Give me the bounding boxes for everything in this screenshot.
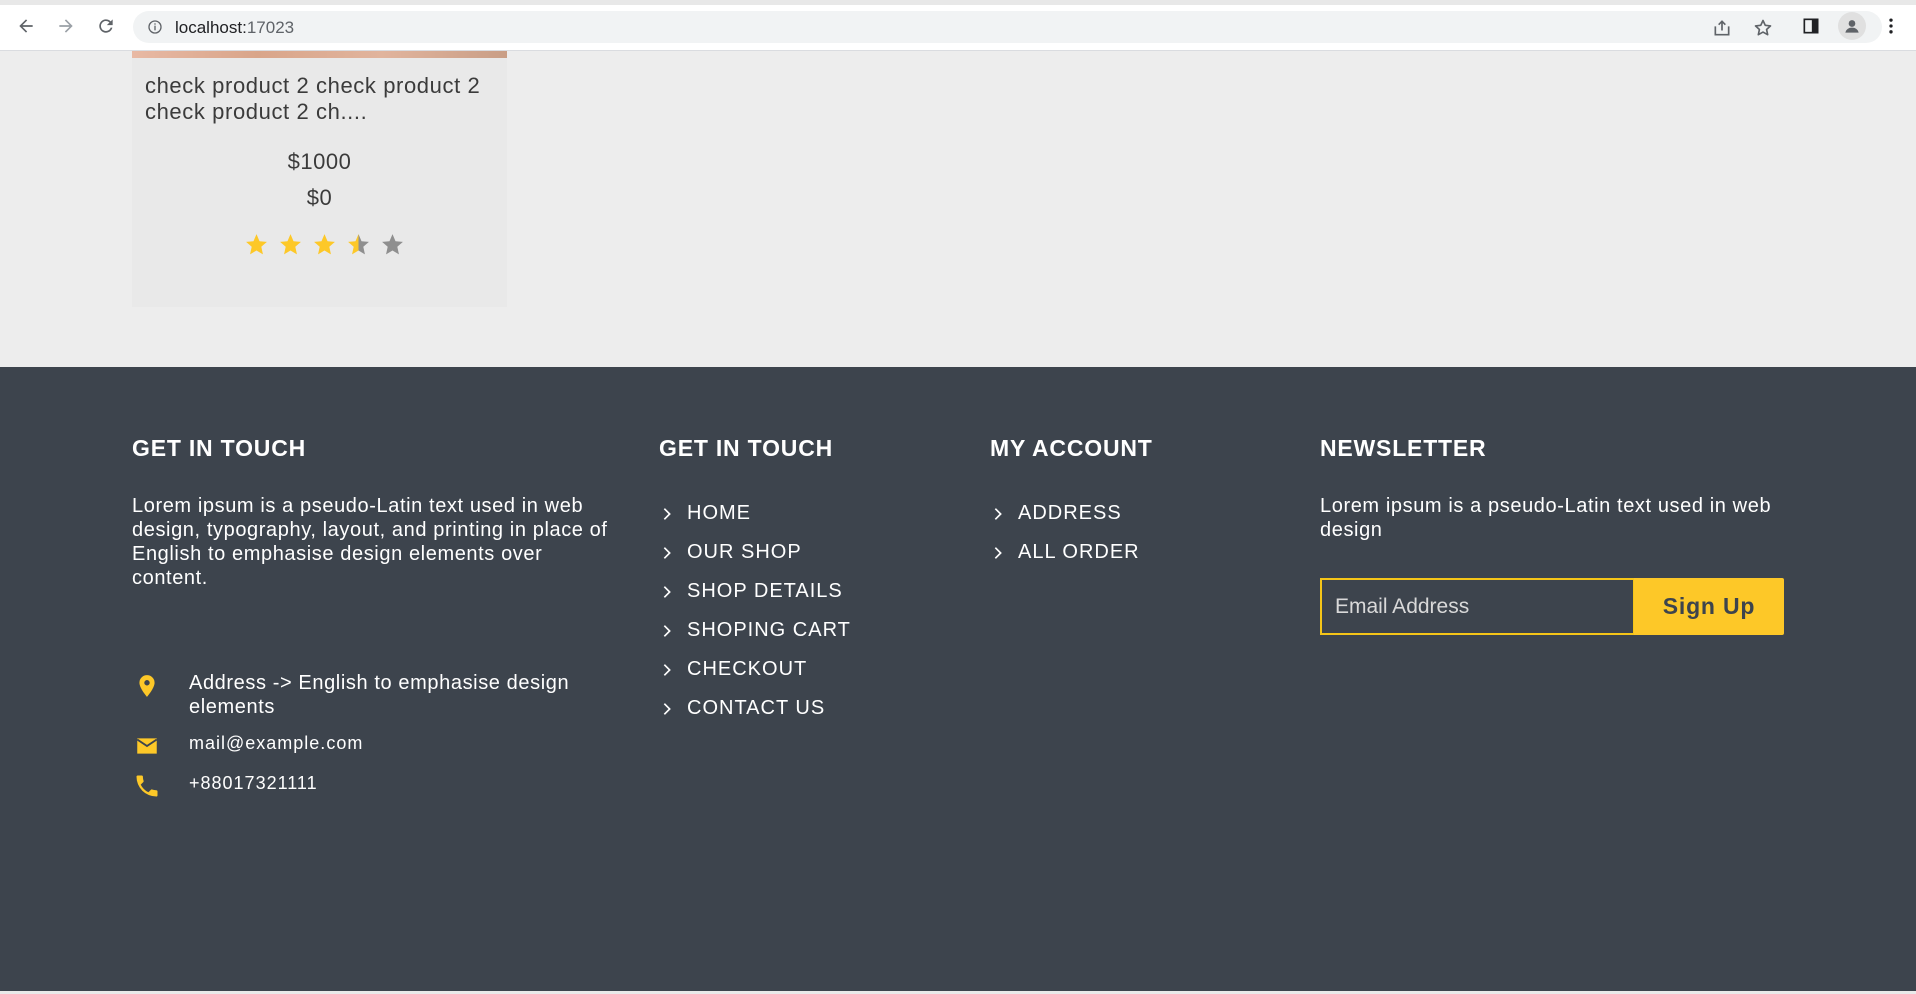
footer-col1-text: Lorem ipsum is a pseudo-Latin text used … [132, 495, 608, 589]
share-icon [1714, 20, 1730, 36]
kebab-menu-icon [1889, 18, 1893, 34]
chevron-right-icon [990, 506, 1006, 522]
account-links-list: ADDRESS ALL ORDER [990, 494, 1140, 572]
share-button[interactable] [1711, 17, 1733, 39]
signup-button[interactable]: Sign Up [1634, 578, 1784, 635]
footer-col4-title: NEWSLETTER [1320, 435, 1487, 461]
back-button[interactable] [14, 14, 38, 38]
chevron-right-icon [659, 584, 675, 600]
browser-toolbar: localhost:17023 [0, 0, 1916, 51]
contact-email: mail@example.com [132, 731, 619, 761]
email-input[interactable] [1322, 580, 1633, 633]
arrow-right-icon [59, 19, 73, 33]
phone-icon [132, 771, 162, 801]
side-panel-button[interactable] [1799, 14, 1823, 38]
tab-strip [0, 0, 1916, 5]
footer-link-label: SHOP DETAILS [687, 580, 843, 602]
product-discount-price: $0 [306, 185, 333, 210]
arrow-left-icon [19, 19, 33, 33]
rating-stars [244, 232, 405, 257]
newsletter-text: Lorem ipsum is a pseudo-Latin text used … [1320, 495, 1772, 541]
url-port: 17023 [246, 18, 295, 37]
forward-button[interactable] [54, 14, 78, 38]
star-outline-icon [1754, 19, 1772, 36]
reload-icon [99, 19, 113, 33]
footer-col1-title: GET IN TOUCH [132, 435, 307, 461]
chevron-right-icon [659, 701, 675, 717]
chevron-right-icon [990, 545, 1006, 561]
chevron-right-icon [659, 623, 675, 639]
footer-link-our-shop[interactable]: OUR SHOP [659, 533, 851, 572]
footer-link-label: SHOPING CART [687, 619, 851, 641]
contact-address: Address -> English to emphasise design e… [132, 671, 619, 719]
product-price: $1000 [287, 149, 352, 174]
chevron-right-icon [659, 662, 675, 678]
footer-link-label: CONTACT US [687, 697, 826, 719]
footer-link-home[interactable]: HOME [659, 494, 851, 533]
location-pin-icon [132, 671, 162, 701]
profile-button[interactable] [1838, 12, 1866, 40]
product-card[interactable]: check product 2 check product 2 check pr… [132, 51, 507, 307]
menu-button[interactable] [1879, 14, 1903, 38]
account-link-all-order[interactable]: ALL ORDER [990, 533, 1140, 572]
account-link-label: ADDRESS [1018, 502, 1122, 524]
account-link-label: ALL ORDER [1018, 541, 1140, 563]
footer-link-label: HOME [687, 502, 751, 524]
footer-link-label: CHECKOUT [687, 658, 808, 680]
footer-links-list: HOME OUR SHOP SHOP DETAILS SHOPING CART … [659, 494, 851, 728]
side-panel-icon [1803, 18, 1819, 34]
footer-col2-title: GET IN TOUCH [659, 435, 834, 461]
star-full-icon [314, 234, 335, 255]
contact-email-text[interactable]: mail@example.com [189, 731, 619, 755]
site-footer: GET IN TOUCH Lorem ipsum is a pseudo-Lat… [0, 367, 1916, 991]
url-host: localhost: [175, 18, 247, 37]
product-image[interactable] [132, 51, 507, 58]
footer-link-shop-details[interactable]: SHOP DETAILS [659, 572, 851, 611]
contact-phone: +88017321111 [132, 771, 619, 801]
footer-link-checkout[interactable]: CHECKOUT [659, 650, 851, 689]
footer-link-contact-us[interactable]: CONTACT US [659, 689, 851, 728]
product-title[interactable]: check product 2 check product 2 check pr… [145, 73, 500, 125]
footer-link-shopping-cart[interactable]: SHOPING CART [659, 611, 851, 650]
chevron-right-icon [659, 545, 675, 561]
chevron-right-icon [659, 506, 675, 522]
account-link-address[interactable]: ADDRESS [990, 494, 1140, 533]
address-bar[interactable]: localhost:17023 [133, 11, 1882, 43]
avatar-icon [1845, 20, 1859, 33]
newsletter-email-field[interactable] [1320, 578, 1635, 635]
reload-button[interactable] [94, 14, 118, 38]
footer-col3-title: MY ACCOUNT [990, 435, 1153, 461]
info-icon[interactable] [147, 19, 163, 35]
star-full-icon [246, 234, 267, 255]
contact-phone-text[interactable]: +88017321111 [189, 771, 619, 795]
star-empty-icon [382, 234, 403, 255]
star-half-icon [348, 234, 369, 255]
bookmark-button[interactable] [1752, 17, 1774, 39]
contact-address-text: Address -> English to emphasise design e… [189, 672, 570, 718]
mail-icon [132, 731, 162, 761]
star-full-icon [280, 234, 301, 255]
footer-link-label: OUR SHOP [687, 541, 802, 563]
url-text[interactable]: localhost:17023 [175, 18, 294, 38]
